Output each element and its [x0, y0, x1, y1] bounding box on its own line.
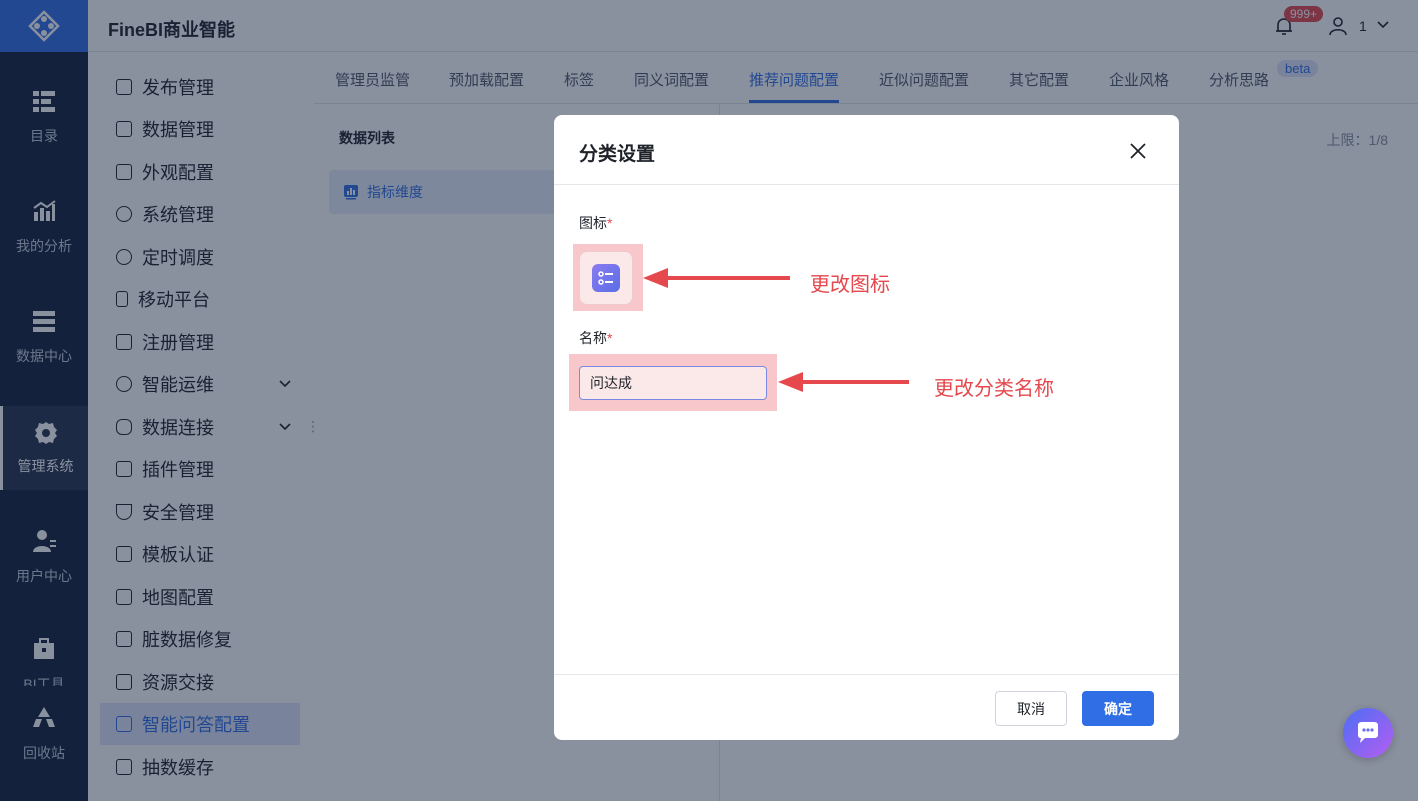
annotation-change-name: 更改分类名称 — [934, 378, 1054, 400]
chat-icon — [1358, 722, 1378, 743]
arrow-icon — [643, 268, 790, 288]
annotation-arrows — [643, 268, 909, 392]
annotation-change-icon: 更改图标 — [810, 274, 890, 296]
arrow-icon — [778, 372, 909, 392]
chat-assistant-button[interactable] — [1343, 708, 1393, 758]
